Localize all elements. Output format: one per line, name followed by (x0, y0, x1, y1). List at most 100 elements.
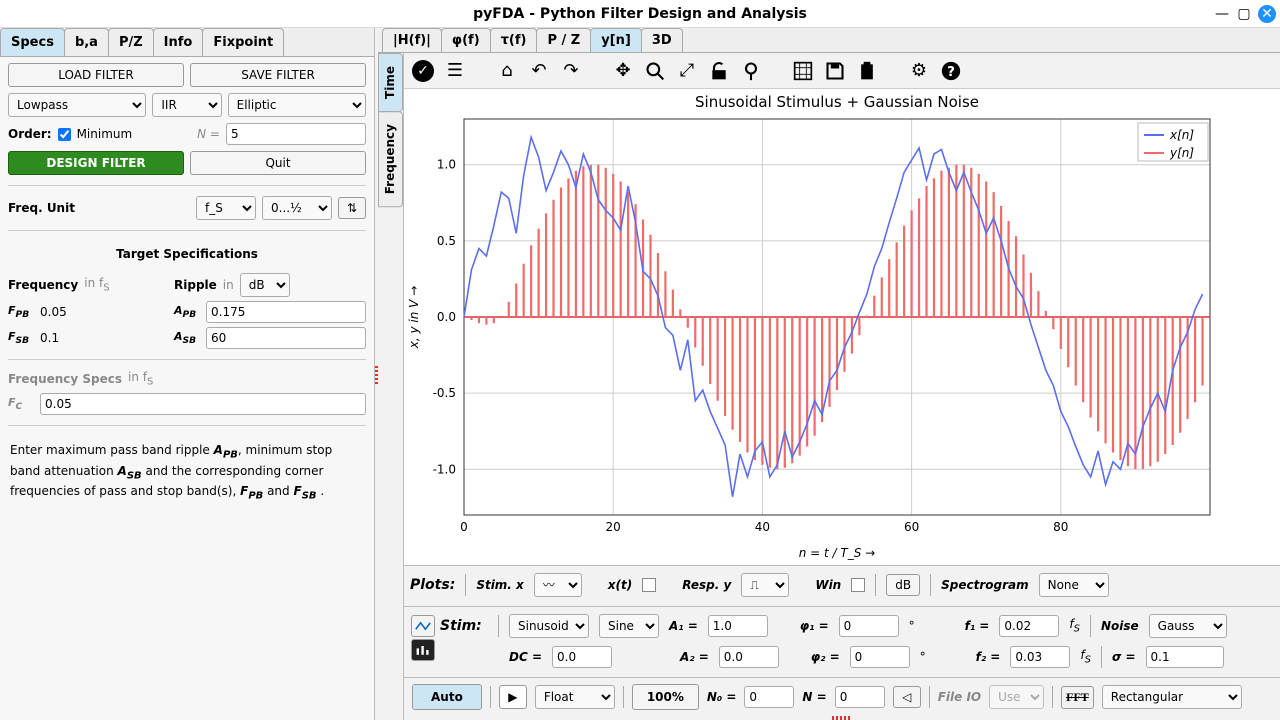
design-filter-button[interactable]: DESIGN FILTER (8, 151, 184, 175)
f2-unit: fS (1080, 648, 1091, 665)
fileio-label: File IO (938, 690, 981, 704)
apply-icon[interactable]: ✓ (412, 60, 434, 82)
left-tab-info[interactable]: Info (153, 28, 204, 56)
a2-label: A₂ = (680, 650, 709, 664)
zoom-value[interactable]: 100% (632, 684, 699, 710)
fileio-select: Use (989, 685, 1044, 709)
plot-tab-2[interactable]: τ(f) (490, 28, 538, 52)
left-tab-specs[interactable]: Specs (0, 28, 65, 56)
n-label: N = (197, 127, 220, 141)
horizontal-splitter[interactable] (404, 716, 1280, 720)
win-checkbox[interactable] (851, 578, 865, 592)
stimx-label: Stim. x (476, 578, 523, 592)
maximize-icon[interactable]: ▢ (1236, 6, 1252, 22)
pan-icon[interactable]: ✥ (612, 60, 634, 82)
minimize-icon[interactable]: — (1214, 6, 1230, 22)
format-select[interactable]: Float (535, 685, 615, 709)
left-tab-fixpoint[interactable]: Fixpoint (202, 28, 284, 56)
sigma-field[interactable] (1146, 646, 1224, 668)
marker-icon[interactable] (740, 60, 762, 82)
plot-tab-4[interactable]: y[n] (590, 28, 642, 52)
apb-field[interactable] (206, 301, 366, 323)
sigma-label: σ = (1112, 650, 1136, 664)
forward-icon[interactable]: ↷ (560, 60, 582, 82)
svg-text:y[n]: y[n] (1169, 146, 1194, 160)
save-filter-button[interactable]: SAVE FILTER (190, 63, 366, 87)
n0-label: N₀ = (707, 690, 737, 704)
plot-tab-1[interactable]: φ(f) (441, 28, 491, 52)
ripple-unit-select[interactable]: dB (240, 273, 290, 297)
plot-tab-0[interactable]: |H(f)| (382, 28, 442, 52)
fullscreen-icon[interactable]: ⤢ (676, 60, 698, 82)
zoom-icon[interactable] (644, 60, 666, 82)
stim-shape1-select[interactable]: Sinusoid (509, 614, 589, 638)
freq-unit-select[interactable]: f_S (196, 196, 256, 220)
clipboard-icon[interactable] (856, 60, 878, 82)
svg-text:-0.5: -0.5 (433, 386, 456, 400)
a1-field[interactable] (708, 615, 768, 637)
asb-label: ASB (174, 330, 200, 346)
deg1: ° (909, 619, 915, 633)
phi2-field[interactable] (850, 646, 910, 668)
f1-field[interactable] (999, 615, 1059, 637)
win-label: Win (815, 578, 841, 592)
auto-button[interactable]: Auto (412, 684, 482, 710)
dc-field[interactable] (552, 646, 612, 668)
left-tab-ba[interactable]: b,a (64, 28, 109, 56)
filter-kind-select[interactable]: IIR (152, 93, 221, 117)
stim-shape2-select[interactable]: Sine (599, 614, 659, 638)
db-button[interactable]: dB (886, 574, 920, 596)
order-n-field[interactable] (226, 123, 366, 145)
plot-tab-5[interactable]: 3D (641, 28, 683, 52)
order-label: Order: (8, 127, 52, 141)
dc-label: DC = (509, 650, 542, 664)
response-type-select[interactable]: Lowpass (8, 93, 146, 117)
minimum-order-checkbox[interactable] (58, 128, 71, 141)
phi1-field[interactable] (839, 615, 899, 637)
svg-text:80: 80 (1053, 520, 1068, 534)
freqspecs-header: Frequency Specs (8, 372, 122, 386)
respy-select[interactable]: ⎍ (741, 573, 789, 597)
xt-checkbox[interactable] (642, 578, 656, 592)
list-icon[interactable]: ☰ (444, 60, 466, 82)
home-icon[interactable]: ⌂ (496, 60, 518, 82)
help-icon[interactable]: ? (940, 60, 962, 82)
f2-field[interactable] (1010, 646, 1070, 668)
vtab-frequency[interactable]: Frequency (378, 111, 403, 207)
nbot-field[interactable] (835, 686, 885, 708)
a2-field[interactable] (719, 646, 779, 668)
freq-range-select[interactable]: 0...½ (262, 196, 332, 220)
grid-icon[interactable] (792, 60, 814, 82)
line-style-icon[interactable] (411, 615, 435, 637)
left-tab-pz[interactable]: P/Z (108, 28, 154, 56)
fc-field[interactable] (40, 393, 366, 415)
close-icon[interactable]: ✕ (1258, 5, 1276, 23)
sort-icon[interactable]: ⇅ (338, 197, 366, 219)
svg-text:n = t / T_S →: n = t / T_S → (799, 546, 875, 560)
lock-icon[interactable] (708, 60, 730, 82)
fft-button[interactable]: FFT (1061, 686, 1094, 709)
stimx-select[interactable]: 〰 (534, 573, 582, 597)
back-icon[interactable]: ↶ (528, 60, 550, 82)
play-button[interactable]: ▶ (499, 685, 527, 709)
quit-button[interactable]: Quit (190, 151, 366, 175)
svg-text:1.0: 1.0 (437, 158, 456, 172)
svg-text:0.5: 0.5 (437, 234, 456, 248)
stem-style-icon[interactable] (411, 639, 435, 661)
n0-field[interactable] (744, 686, 794, 708)
save-icon[interactable] (824, 60, 846, 82)
load-filter-button[interactable]: LOAD FILTER (8, 63, 184, 87)
noise-select[interactable]: Gauss (1149, 614, 1227, 638)
asb-field[interactable] (206, 327, 366, 349)
spectrogram-select[interactable]: None (1039, 573, 1109, 597)
vtab-time[interactable]: Time (378, 53, 403, 112)
stim-label: Stim: (440, 618, 488, 634)
svg-text:-1.0: -1.0 (433, 462, 456, 476)
step-left-icon[interactable]: ◁ (893, 686, 921, 708)
nbot-label: N = (802, 690, 826, 704)
window-select[interactable]: Rectangular (1102, 685, 1242, 709)
plot-tab-3[interactable]: P / Z (536, 28, 591, 52)
design-method-select[interactable]: Elliptic (228, 93, 366, 117)
settings-icon[interactable]: ⚙ (908, 60, 930, 82)
fsb-label: FSB (8, 330, 34, 346)
